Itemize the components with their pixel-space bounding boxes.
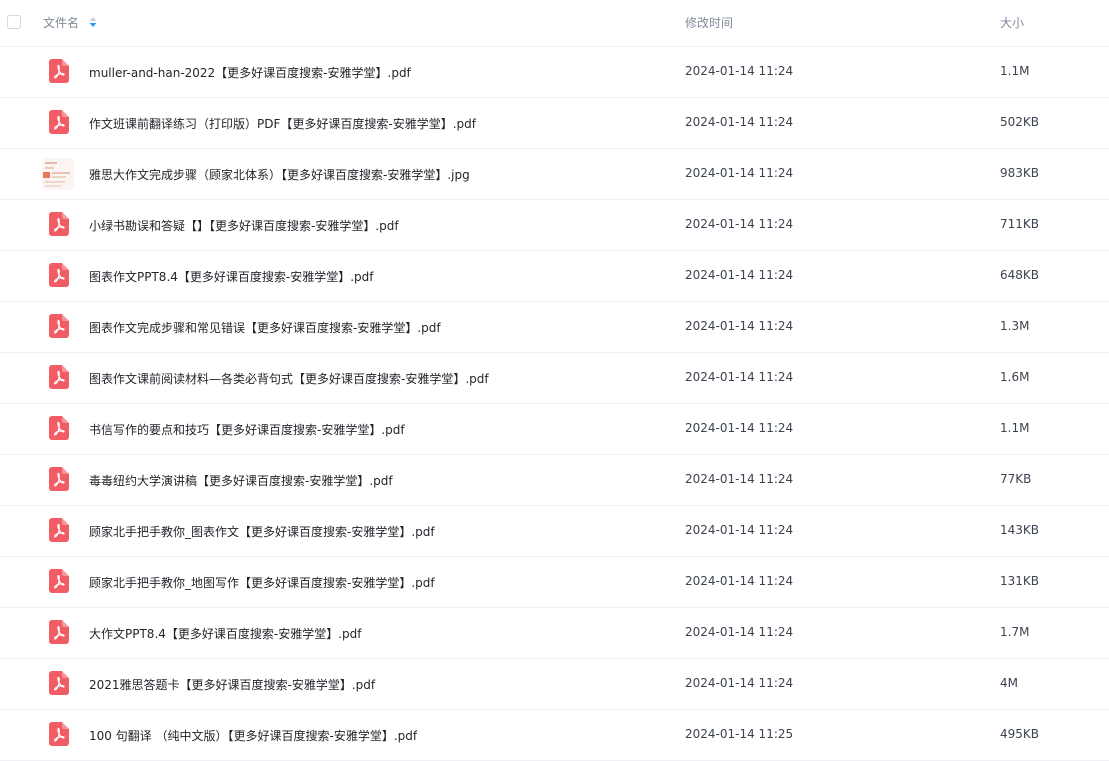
pdf-file-icon: [49, 620, 69, 644]
file-modified-time: 2024-01-14 11:24: [685, 574, 794, 588]
file-name[interactable]: 毒毒纽约大学演讲稿【更多好课百度搜索-安雅学堂】.pdf: [89, 472, 393, 489]
file-modified-time: 2024-01-14 11:24: [685, 115, 794, 129]
file-row[interactable]: 作文班课前翻译练习（打印版）PDF【更多好课百度搜索-安雅学堂】.pdf 202…: [0, 98, 1109, 149]
file-size: 1.1M: [1000, 64, 1030, 78]
file-size: 1.3M: [1000, 319, 1030, 333]
file-modified-time: 2024-01-14 11:24: [685, 217, 794, 231]
pdf-file-icon: [49, 212, 69, 236]
file-size: 1.1M: [1000, 421, 1030, 435]
file-name[interactable]: muller-and-han-2022【更多好课百度搜索-安雅学堂】.pdf: [89, 64, 411, 81]
file-row[interactable]: 图表作文完成步骤和常见错误【更多好课百度搜索-安雅学堂】.pdf 2024-01…: [0, 302, 1109, 353]
file-size: 131KB: [1000, 574, 1040, 588]
column-header-name[interactable]: 文件名: [43, 14, 79, 31]
file-name[interactable]: 图表作文课前阅读材料—各类必背句式【更多好课百度搜索-安雅学堂】.pdf: [89, 370, 489, 387]
file-list-header: 文件名 修改时间 大小: [0, 0, 1109, 47]
file-row[interactable]: muller-and-han-2022【更多好课百度搜索-安雅学堂】.pdf 2…: [0, 47, 1109, 98]
file-name[interactable]: 作文班课前翻译练习（打印版）PDF【更多好课百度搜索-安雅学堂】.pdf: [89, 115, 476, 132]
file-size: 502KB: [1000, 115, 1040, 129]
column-header-modified-time[interactable]: 修改时间: [685, 14, 733, 31]
file-size: 495KB: [1000, 727, 1040, 741]
file-row[interactable]: 100 句翻译 （纯中文版）【更多好课百度搜索-安雅学堂】.pdf 2024-0…: [0, 710, 1109, 761]
file-modified-time: 2024-01-14 11:24: [685, 268, 794, 282]
file-row[interactable]: 大作文PPT8.4【更多好课百度搜索-安雅学堂】.pdf 2024-01-14 …: [0, 608, 1109, 659]
file-name[interactable]: 大作文PPT8.4【更多好课百度搜索-安雅学堂】.pdf: [89, 625, 362, 642]
file-modified-time: 2024-01-14 11:24: [685, 523, 794, 537]
file-modified-time: 2024-01-14 11:25: [685, 727, 794, 741]
pdf-file-icon: [49, 110, 69, 134]
file-row[interactable]: 图表作文PPT8.4【更多好课百度搜索-安雅学堂】.pdf 2024-01-14…: [0, 251, 1109, 302]
file-size: 1.6M: [1000, 370, 1030, 384]
file-name[interactable]: 雅思大作文完成步骤（顾家北体系）【更多好课百度搜索-安雅学堂】.jpg: [89, 166, 470, 183]
file-modified-time: 2024-01-14 11:24: [685, 421, 794, 435]
file-modified-time: 2024-01-14 11:24: [685, 625, 794, 639]
file-size: 1.7M: [1000, 625, 1030, 639]
image-thumbnail-icon: [42, 158, 74, 190]
file-name[interactable]: 2021雅思答题卡【更多好课百度搜索-安雅学堂】.pdf: [89, 676, 375, 693]
file-name[interactable]: 图表作文PPT8.4【更多好课百度搜索-安雅学堂】.pdf: [89, 268, 374, 285]
file-modified-time: 2024-01-14 11:24: [685, 472, 794, 486]
pdf-file-icon: [49, 671, 69, 695]
file-modified-time: 2024-01-14 11:24: [685, 319, 794, 333]
file-row[interactable]: 2021雅思答题卡【更多好课百度搜索-安雅学堂】.pdf 2024-01-14 …: [0, 659, 1109, 710]
file-size: 77KB: [1000, 472, 1032, 486]
file-size: 143KB: [1000, 523, 1040, 537]
file-row[interactable]: 顾家北手把手教你_图表作文【更多好课百度搜索-安雅学堂】.pdf 2024-01…: [0, 506, 1109, 557]
file-row[interactable]: 毒毒纽约大学演讲稿【更多好课百度搜索-安雅学堂】.pdf 2024-01-14 …: [0, 455, 1109, 506]
file-name[interactable]: 顾家北手把手教你_图表作文【更多好课百度搜索-安雅学堂】.pdf: [89, 523, 435, 540]
pdf-file-icon: [49, 518, 69, 542]
file-row[interactable]: 小绿书勘误和答疑【】【更多好课百度搜索-安雅学堂】.pdf 2024-01-14…: [0, 200, 1109, 251]
file-name[interactable]: 小绿书勘误和答疑【】【更多好课百度搜索-安雅学堂】.pdf: [89, 217, 399, 234]
file-list: muller-and-han-2022【更多好课百度搜索-安雅学堂】.pdf 2…: [0, 47, 1109, 761]
pdf-file-icon: [49, 263, 69, 287]
pdf-file-icon: [49, 467, 69, 491]
pdf-file-icon: [49, 365, 69, 389]
file-row[interactable]: 顾家北手把手教你_地图写作【更多好课百度搜索-安雅学堂】.pdf 2024-01…: [0, 557, 1109, 608]
file-row[interactable]: 书信写作的要点和技巧【更多好课百度搜索-安雅学堂】.pdf 2024-01-14…: [0, 404, 1109, 455]
file-row[interactable]: 图表作文课前阅读材料—各类必背句式【更多好课百度搜索-安雅学堂】.pdf 202…: [0, 353, 1109, 404]
pdf-file-icon: [49, 722, 69, 746]
file-name[interactable]: 图表作文完成步骤和常见错误【更多好课百度搜索-安雅学堂】.pdf: [89, 319, 441, 336]
file-modified-time: 2024-01-14 11:24: [685, 64, 794, 78]
sort-icon[interactable]: [88, 14, 98, 30]
file-size: 4M: [1000, 676, 1018, 690]
pdf-file-icon: [49, 569, 69, 593]
file-size: 711KB: [1000, 217, 1040, 231]
file-name[interactable]: 顾家北手把手教你_地图写作【更多好课百度搜索-安雅学堂】.pdf: [89, 574, 435, 591]
file-row[interactable]: 雅思大作文完成步骤（顾家北体系）【更多好课百度搜索-安雅学堂】.jpg 2024…: [0, 149, 1109, 200]
pdf-file-icon: [49, 416, 69, 440]
file-size: 648KB: [1000, 268, 1040, 282]
file-modified-time: 2024-01-14 11:24: [685, 166, 794, 180]
file-name[interactable]: 100 句翻译 （纯中文版）【更多好课百度搜索-安雅学堂】.pdf: [89, 727, 417, 744]
pdf-file-icon: [49, 59, 69, 83]
file-modified-time: 2024-01-14 11:24: [685, 370, 794, 384]
pdf-file-icon: [49, 314, 69, 338]
select-all-checkbox[interactable]: [7, 15, 21, 29]
column-header-size[interactable]: 大小: [1000, 14, 1024, 31]
file-size: 983KB: [1000, 166, 1040, 180]
file-name[interactable]: 书信写作的要点和技巧【更多好课百度搜索-安雅学堂】.pdf: [89, 421, 405, 438]
file-modified-time: 2024-01-14 11:24: [685, 676, 794, 690]
